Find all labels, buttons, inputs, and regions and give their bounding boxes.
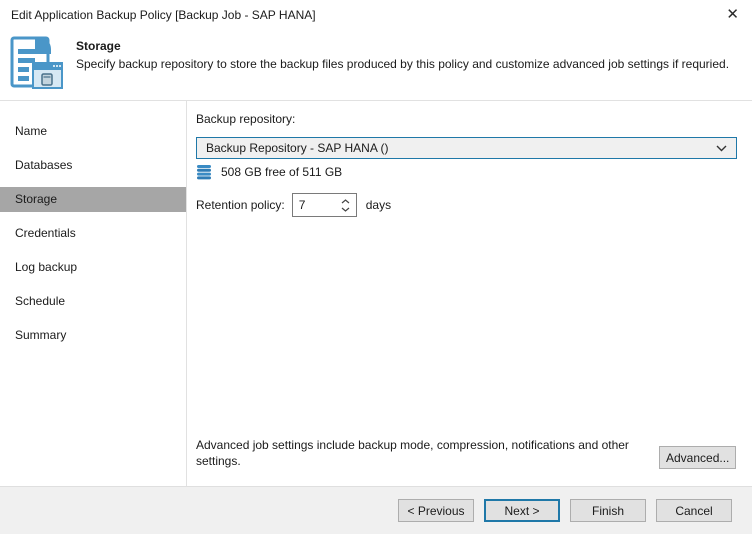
close-icon[interactable]: ✕: [726, 6, 739, 24]
sidebar-item-log-backup[interactable]: Log backup: [0, 255, 186, 280]
sidebar-item-name[interactable]: Name: [0, 119, 186, 144]
retention-policy-row: Retention policy: days: [196, 193, 391, 217]
previous-button[interactable]: < Previous: [398, 499, 474, 522]
finish-button[interactable]: Finish: [570, 499, 646, 522]
retention-days-spinner: [292, 193, 357, 217]
sidebar-item-databases[interactable]: Databases: [0, 153, 186, 178]
step-description: Specify backup repository to store the b…: [76, 57, 729, 71]
sidebar-item-credentials[interactable]: Credentials: [0, 221, 186, 246]
wizard-footer: < Previous Next > Finish Cancel: [0, 486, 752, 534]
edit-backup-policy-dialog: Edit Application Backup Policy [Backup J…: [0, 0, 752, 534]
backup-repository-label: Backup repository:: [196, 112, 295, 126]
sidebar-item-summary[interactable]: Summary: [0, 323, 186, 348]
spinner-up-icon[interactable]: [341, 199, 350, 204]
header-separator: [0, 100, 752, 101]
backup-repository-selected-value: Backup Repository - SAP HANA (): [206, 141, 716, 155]
retention-unit-label: days: [366, 198, 391, 212]
cancel-button[interactable]: Cancel: [656, 499, 732, 522]
sidebar-item-storage[interactable]: Storage: [0, 187, 186, 212]
chevron-down-icon[interactable]: [716, 145, 727, 152]
retention-days-input[interactable]: [293, 194, 336, 216]
retention-policy-label: Retention policy:: [196, 198, 285, 212]
capacity-text: 508 GB free of 511 GB: [221, 165, 342, 179]
advanced-button[interactable]: Advanced...: [659, 446, 736, 469]
next-button[interactable]: Next >: [484, 499, 560, 522]
repository-capacity-row: 508 GB free of 511 GB: [196, 164, 342, 180]
storage-step-icon: [9, 35, 65, 94]
sidebar-item-schedule[interactable]: Schedule: [0, 289, 186, 314]
advanced-settings-note: Advanced job settings include backup mod…: [196, 437, 658, 469]
spinner-buttons: [336, 194, 356, 216]
spinner-down-icon[interactable]: [341, 207, 350, 212]
disk-stack-icon: [196, 164, 212, 180]
backup-repository-dropdown[interactable]: Backup Repository - SAP HANA (): [196, 137, 737, 159]
sidebar-separator: [186, 101, 187, 486]
step-title: Storage: [76, 39, 121, 53]
window-title: Edit Application Backup Policy [Backup J…: [11, 8, 316, 22]
